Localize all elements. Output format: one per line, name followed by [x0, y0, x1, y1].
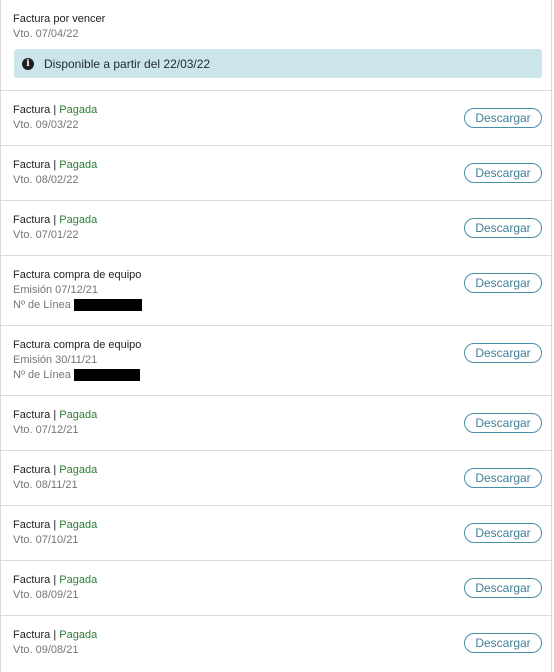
separator: | — [50, 574, 60, 586]
invoice-date: Vto. 07/10/21 — [13, 534, 79, 546]
invoice-row: Factura | Pagada Vto. 07/12/21 Descargar — [1, 395, 551, 450]
line-number-label: Nº de Línea — [13, 299, 71, 311]
download-button[interactable]: Descargar — [464, 413, 542, 433]
invoice-row: Factura compra de equipo Emisión 07/12/2… — [1, 255, 551, 325]
invoice-row: Factura | Pagada Vto. 07/10/21 Descargar — [1, 505, 551, 560]
invoice-title: Factura compra de equipo — [13, 339, 142, 351]
download-button[interactable]: Descargar — [464, 218, 542, 238]
invoice-title: Factura — [13, 159, 51, 171]
redacted-line-number — [73, 299, 142, 311]
invoice-row: Factura | Pagada Vto. 08/11/21 Descargar — [1, 450, 551, 505]
invoice-row: Factura | Pagada Vto. 08/02/22 Descargar — [1, 145, 551, 200]
pending-invoice-title: Factura por vencer — [13, 13, 106, 25]
status-paid: Pagada — [59, 574, 98, 586]
invoice-date: Vto. 07/12/21 — [13, 424, 79, 436]
invoice-date: Vto. 08/09/21 — [13, 589, 79, 601]
invoice-date: Vto. 08/11/21 — [13, 479, 78, 491]
invoice-date: Vto. 08/02/22 — [13, 174, 79, 186]
separator: | — [50, 464, 60, 476]
invoice-list-panel: Factura por vencer Vto. 07/04/22 i Dispo… — [0, 0, 552, 672]
invoice-title: Factura — [13, 574, 51, 586]
status-paid: Pagada — [59, 409, 98, 421]
invoice-title: Factura — [13, 104, 51, 116]
separator: | — [50, 519, 60, 531]
separator: | — [50, 214, 60, 226]
invoice-row: Factura | Pagada Vto. 07/01/22 Descargar — [1, 200, 551, 255]
invoice-row: Factura | Pagada Vto. 09/03/22 Descargar — [1, 90, 551, 145]
pending-invoice: Factura por vencer Vto. 07/04/22 — [13, 12, 105, 41]
download-button[interactable]: Descargar — [464, 523, 542, 543]
separator: | — [50, 159, 60, 171]
invoice-row: Factura | Pagada Vto. 09/08/21 Descargar — [1, 615, 551, 672]
availability-notice-text: Disponible a partir del 22/03/22 — [44, 56, 211, 71]
redacted-line-number — [73, 369, 140, 381]
availability-notice: i Disponible a partir del 22/03/22 — [14, 49, 542, 78]
invoice-issue-date: Emisión 07/12/21 — [13, 284, 98, 296]
invoice-date: Vto. 09/03/22 — [13, 119, 79, 131]
invoice-title: Factura — [13, 409, 51, 421]
invoice-title: Factura compra de equipo — [13, 269, 142, 281]
invoice-date: Vto. 09/08/21 — [13, 644, 79, 656]
pending-invoice-due-date: Vto. 07/04/22 — [13, 28, 79, 40]
invoice-title: Factura — [13, 629, 51, 641]
invoice-title: Factura — [13, 214, 51, 226]
invoice-row: Factura compra de equipo Emisión 30/11/2… — [1, 325, 551, 395]
download-button[interactable]: Descargar — [464, 273, 542, 293]
status-paid: Pagada — [59, 104, 98, 116]
download-button[interactable]: Descargar — [464, 108, 542, 128]
download-button[interactable]: Descargar — [464, 343, 542, 363]
separator: | — [50, 629, 60, 641]
status-paid: Pagada — [59, 159, 98, 171]
download-button[interactable]: Descargar — [464, 468, 542, 488]
status-paid: Pagada — [59, 629, 98, 641]
separator: | — [50, 409, 60, 421]
invoice-title: Factura — [13, 519, 51, 531]
invoice-date: Vto. 07/01/22 — [13, 229, 79, 241]
info-icon: i — [22, 57, 34, 70]
separator: | — [50, 104, 60, 116]
line-number-label: Nº de Línea — [13, 369, 71, 381]
status-paid: Pagada — [59, 464, 98, 476]
invoice-row: Factura | Pagada Vto. 08/09/21 Descargar — [1, 560, 551, 615]
status-paid: Pagada — [59, 214, 98, 226]
invoice-title: Factura — [13, 464, 51, 476]
status-paid: Pagada — [59, 519, 98, 531]
invoice-issue-date: Emisión 30/11/21 — [13, 354, 98, 366]
download-button[interactable]: Descargar — [464, 163, 542, 183]
download-button[interactable]: Descargar — [464, 578, 542, 598]
download-button[interactable]: Descargar — [464, 633, 542, 653]
